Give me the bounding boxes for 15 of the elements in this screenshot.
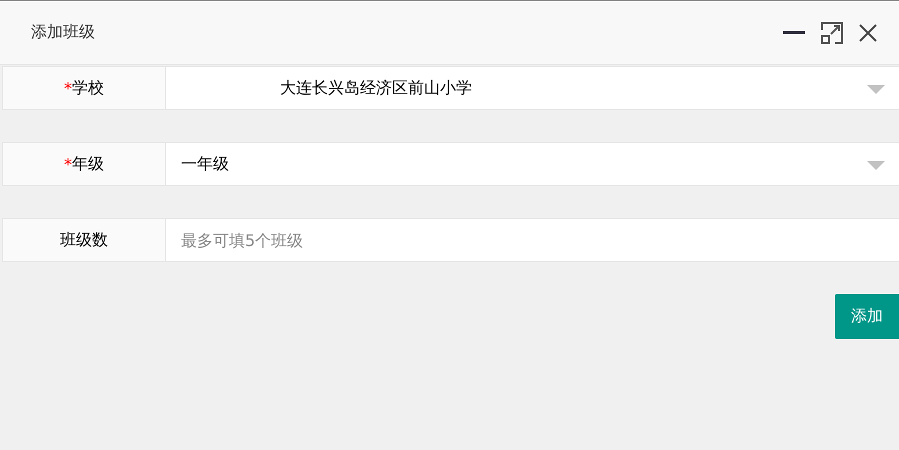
input-field[interactable]: 最多可填5个班级 — [166, 218, 899, 262]
add-button[interactable]: 添加 — [835, 294, 899, 339]
field-label: *学校 — [2, 66, 166, 110]
select-field[interactable]: 一年级 — [166, 142, 899, 186]
minimize-icon[interactable] — [783, 30, 805, 34]
field-label: 班级数 — [2, 218, 166, 262]
dropdown-icon — [867, 161, 885, 170]
select-field[interactable]: 大连长兴岛经济区前山小学 — [166, 66, 899, 110]
dropdown-icon — [867, 85, 885, 94]
required-mark: * — [64, 154, 72, 174]
close-icon[interactable] — [859, 24, 877, 42]
maximize-icon[interactable] — [821, 22, 843, 44]
field-label: *年级 — [2, 142, 166, 186]
window-title: 添加班级 — [31, 22, 96, 43]
required-mark: * — [64, 78, 72, 98]
